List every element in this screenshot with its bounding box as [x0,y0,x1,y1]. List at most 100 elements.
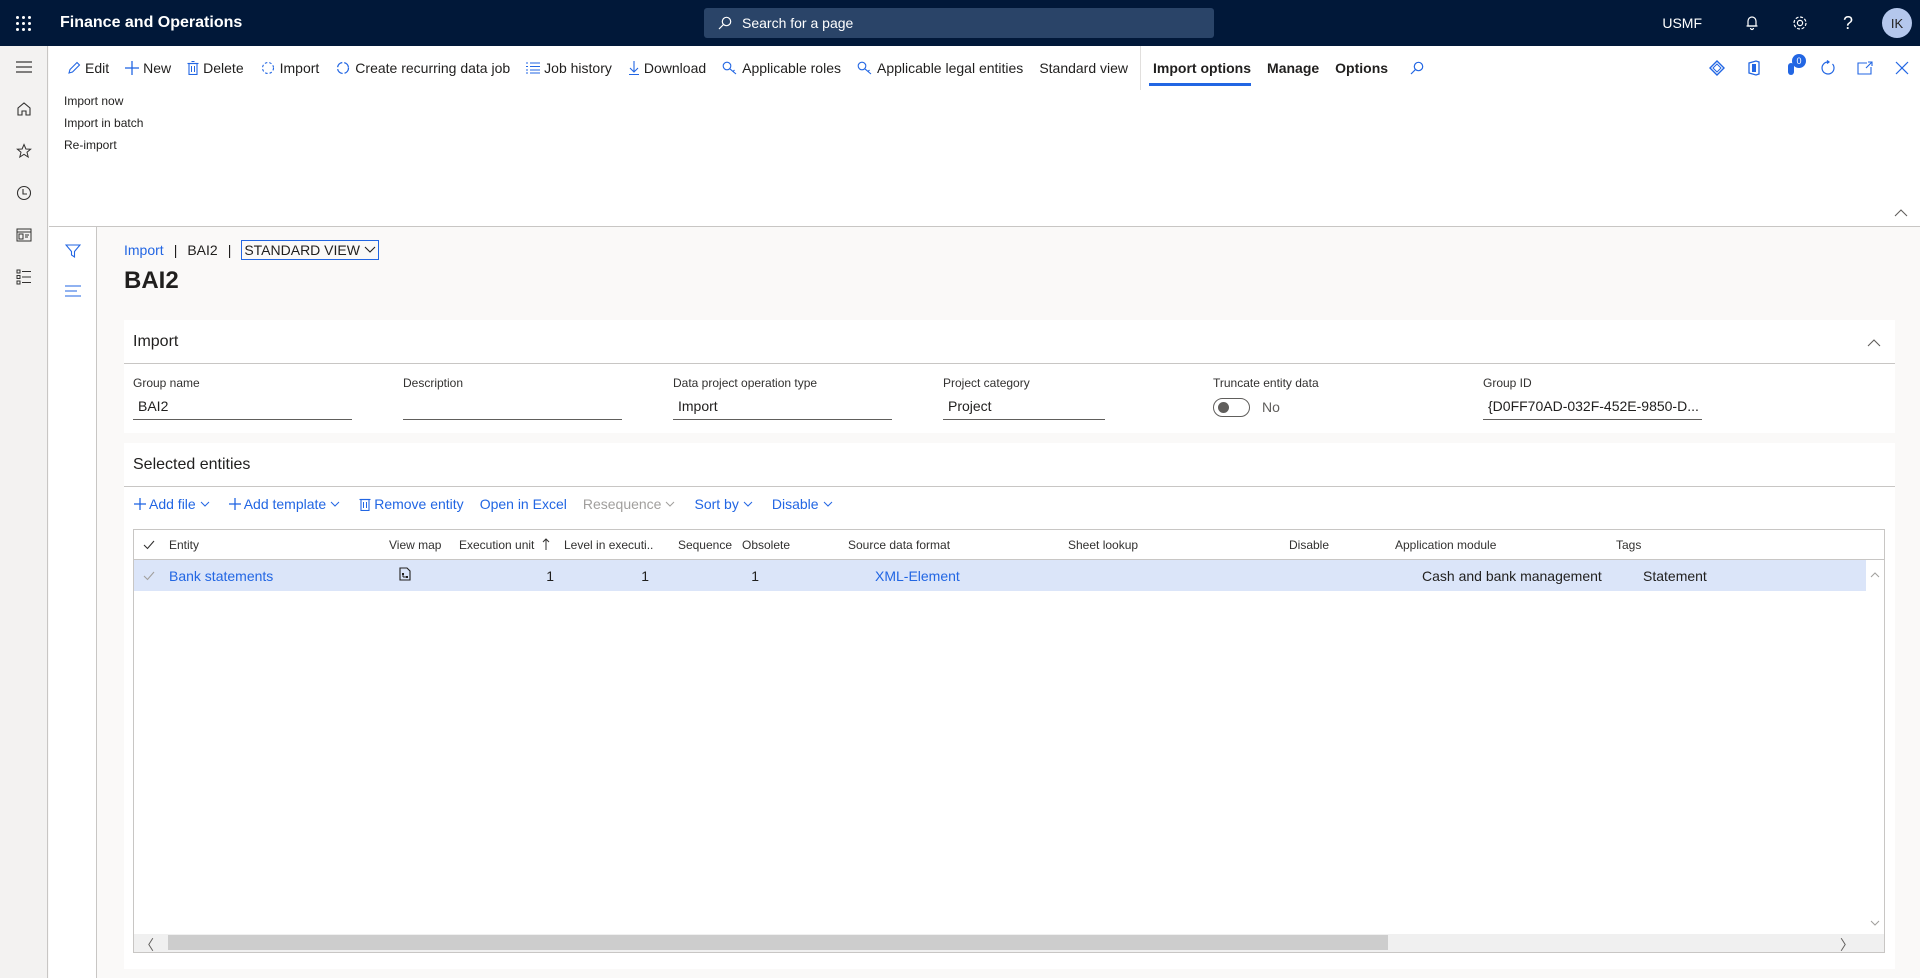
column-header-source-data-format[interactable]: Source data format [843,538,1063,552]
vertical-scrollbar[interactable] [1866,560,1884,934]
nav-menu-button[interactable] [0,46,48,88]
search-input[interactable]: Search for a page [704,8,1214,38]
column-header-sheet-lookup[interactable]: Sheet lookup [1063,538,1284,552]
open-in-excel-button[interactable]: Open in Excel [480,496,567,512]
import-section-header[interactable]: Import [124,320,1895,364]
view-selector[interactable]: STANDARD VIEW [241,240,379,260]
column-header-level[interactable]: Level in executi... [559,538,654,552]
scroll-up-icon[interactable] [1870,572,1880,578]
tab-manage[interactable]: Manage [1259,46,1327,90]
breadcrumb: Import | BAI2 | STANDARD VIEW [124,240,379,260]
horizontal-scrollbar[interactable]: 〈 〉 [134,934,1884,955]
entity-link[interactable]: Bank statements [164,568,384,584]
nav-favorites-button[interactable] [0,130,48,172]
column-header-entity[interactable]: Entity [164,538,384,552]
group-id-input[interactable]: {D0FF70AD-032F-452E-9850-D... [1483,394,1702,420]
download-icon [628,61,639,75]
standard-view-button[interactable]: Standard view [1031,46,1136,90]
column-header-execution-unit[interactable]: Execution unit [454,538,559,552]
app-launcher-button[interactable] [0,0,46,46]
chevron-down-icon [200,501,210,507]
add-template-button[interactable]: Add template [228,496,344,512]
refresh-button[interactable] [1809,46,1846,90]
tab-options[interactable]: Options [1327,46,1396,90]
breadcrumb-current: BAI2 [187,242,218,258]
applicable-roles-button[interactable]: Applicable roles [714,46,849,90]
nav-workspaces-button[interactable] [0,214,48,256]
breadcrumb-import-link[interactable]: Import [124,242,164,258]
close-button[interactable] [1883,46,1920,90]
new-button[interactable]: New [117,46,179,90]
scroll-right-icon[interactable]: 〉 [1840,935,1854,955]
re-import-button[interactable]: Re-import [64,134,1920,156]
sort-by-button[interactable]: Sort by [694,496,755,512]
selected-entities-header[interactable]: Selected entities [124,443,1895,487]
delete-button[interactable]: Delete [179,46,251,90]
applicable-legal-entities-button[interactable]: Applicable legal entities [849,46,1031,90]
related-info-button[interactable] [49,271,97,311]
import-label: Import [279,60,320,76]
nav-home-button[interactable] [0,88,48,130]
scroll-down-icon[interactable] [1870,920,1880,926]
create-recurring-data-job-button[interactable]: Create recurring data job [327,46,518,90]
select-all-checkbox[interactable] [134,540,164,550]
company-selector[interactable]: USMF [1662,15,1702,31]
settings-button[interactable] [1776,0,1824,46]
notifications-button[interactable] [1728,0,1776,46]
edit-button[interactable]: Edit [59,46,117,90]
group-name-input[interactable]: BAI2 [133,394,352,420]
office-button[interactable] [1735,46,1772,90]
tab-import-options[interactable]: Import options [1140,46,1259,90]
help-icon: ? [1842,12,1853,33]
table-row[interactable]: Bank statements 1 1 1 XML-Element Cash a… [134,560,1868,591]
nav-recent-button[interactable] [0,172,48,214]
scroll-left-icon[interactable]: 〈 [140,935,154,955]
column-header-application-module[interactable]: Application module [1390,538,1611,552]
horizontal-scrollbar-thumb[interactable] [168,935,1388,950]
operation-type-input[interactable]: Import [673,394,892,420]
left-navigation [0,46,48,978]
recurring-icon [337,61,350,75]
disable-button[interactable]: Disable [772,496,836,512]
source-data-format-link[interactable]: XML-Element [870,568,1090,584]
column-header-tags[interactable]: Tags [1611,538,1811,552]
help-button[interactable]: ? [1824,0,1872,46]
description-input[interactable] [403,394,622,420]
view-selector-label: STANDARD VIEW [244,242,360,258]
collapse-action-pane-button[interactable] [1894,204,1908,222]
attachments-button[interactable]: 0 [1772,46,1809,90]
column-header-view-map[interactable]: View map [384,538,454,552]
action-search-button[interactable] [1402,46,1436,90]
job-history-button[interactable]: Job history [518,46,620,90]
view-map-button[interactable] [384,567,454,584]
remove-entity-button[interactable]: Remove entity [359,496,464,512]
resequence-button[interactable]: Resequence [583,496,679,512]
filter-button[interactable] [49,231,97,271]
column-header-disable[interactable]: Disable [1284,538,1390,552]
open-new-window-button[interactable] [1846,46,1883,90]
open-in-excel-label: Open in Excel [479,496,567,512]
app-launcher-icon [15,15,31,31]
import-in-batch-button[interactable]: Import in batch [64,112,1920,134]
row-checkbox[interactable] [134,571,164,581]
truncate-toggle[interactable] [1213,397,1250,417]
download-button[interactable]: Download [620,46,714,90]
resequence-label: Resequence [582,496,662,512]
workspace-icon [16,228,32,242]
chevron-up-icon [1867,339,1881,347]
project-category-input[interactable]: Project [943,394,1105,420]
add-file-label: Add file [149,496,196,512]
operation-type-label: Data project operation type [673,376,818,390]
import-button[interactable]: Import [252,46,328,90]
checkmark-icon [143,540,155,549]
tab-options-label: Options [1335,60,1389,76]
column-header-obsolete[interactable]: Obsolete [737,538,843,552]
collapse-section-button[interactable] [1867,334,1881,352]
nav-modules-button[interactable] [0,256,48,298]
import-now-button[interactable]: Import now [64,90,1920,112]
avatar[interactable]: IK [1882,8,1912,38]
power-apps-button[interactable] [1698,46,1735,90]
column-header-sequence[interactable]: Sequence [654,538,737,552]
add-file-button[interactable]: Add file [134,496,213,512]
application-module-cell: Cash and bank management [1422,567,1602,584]
